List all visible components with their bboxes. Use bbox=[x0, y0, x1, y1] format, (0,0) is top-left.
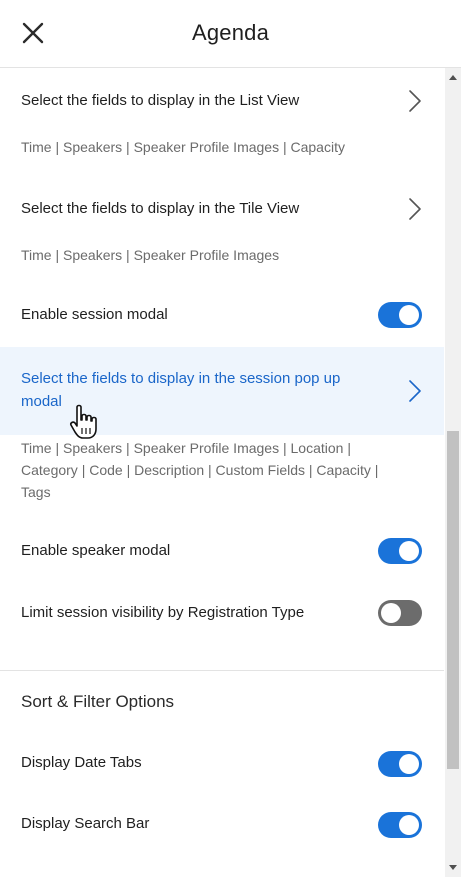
tile-view-fields-value: Time | Speakers | Speaker Profile Images bbox=[21, 247, 280, 263]
session-popup-fields-row[interactable]: Select the fields to display in the sess… bbox=[0, 347, 444, 435]
limit-visibility-toggle[interactable] bbox=[378, 600, 422, 626]
session-modal-toggle[interactable] bbox=[378, 302, 422, 328]
scrollbar[interactable] bbox=[445, 68, 461, 877]
toggle-knob bbox=[399, 754, 419, 774]
toggle-knob bbox=[381, 603, 401, 623]
date-tabs-toggle[interactable] bbox=[378, 751, 422, 777]
session-modal-row: Enable session modal bbox=[0, 294, 444, 334]
tile-view-fields-row[interactable]: Select the fields to display in the Tile… bbox=[0, 176, 444, 276]
speaker-modal-row: Enable speaker modal bbox=[0, 530, 444, 570]
hand-pointer-cursor-icon bbox=[70, 404, 97, 439]
list-view-fields-row[interactable]: Select the fields to display in the List… bbox=[0, 68, 444, 168]
header: Agenda bbox=[0, 0, 461, 68]
speaker-modal-toggle[interactable] bbox=[378, 538, 422, 564]
page-title: Agenda bbox=[191, 20, 270, 45]
scroll-up-arrow-icon[interactable] bbox=[449, 74, 457, 82]
toggle-knob bbox=[399, 305, 419, 325]
section-divider bbox=[0, 670, 444, 671]
limit-visibility-label: Limit session visibility by Registration… bbox=[21, 604, 305, 621]
list-view-fields-value: Time | Speakers | Speaker Profile Images… bbox=[21, 139, 345, 155]
chevron-right-icon[interactable] bbox=[408, 379, 422, 403]
tile-view-fields-label: Select the fields to display in the Tile… bbox=[21, 200, 300, 217]
speaker-modal-label: Enable speaker modal bbox=[21, 542, 171, 559]
list-view-fields-label: Select the fields to display in the List… bbox=[21, 92, 300, 109]
session-modal-label: Enable session modal bbox=[21, 306, 168, 323]
search-bar-toggle[interactable] bbox=[378, 812, 422, 838]
limit-visibility-row: Limit session visibility by Registration… bbox=[0, 588, 444, 648]
toggle-knob bbox=[399, 815, 419, 835]
sort-filter-title: Sort & Filter Options bbox=[21, 692, 175, 711]
toggle-knob bbox=[399, 541, 419, 561]
scrollbar-thumb[interactable] bbox=[447, 431, 459, 769]
chevron-right-icon[interactable] bbox=[408, 197, 422, 221]
date-tabs-label: Display Date Tabs bbox=[21, 754, 142, 771]
date-tabs-row: Display Date Tabs bbox=[0, 743, 444, 783]
scroll-down-arrow-icon[interactable] bbox=[449, 863, 457, 871]
chevron-right-icon[interactable] bbox=[408, 89, 422, 113]
settings-panel: Select the fields to display in the List… bbox=[0, 68, 444, 877]
search-bar-label: Display Search Bar bbox=[21, 815, 150, 832]
search-bar-row: Display Search Bar bbox=[0, 805, 444, 845]
session-popup-fields-value: Time | Speakers | Speaker Profile Images… bbox=[21, 440, 379, 500]
